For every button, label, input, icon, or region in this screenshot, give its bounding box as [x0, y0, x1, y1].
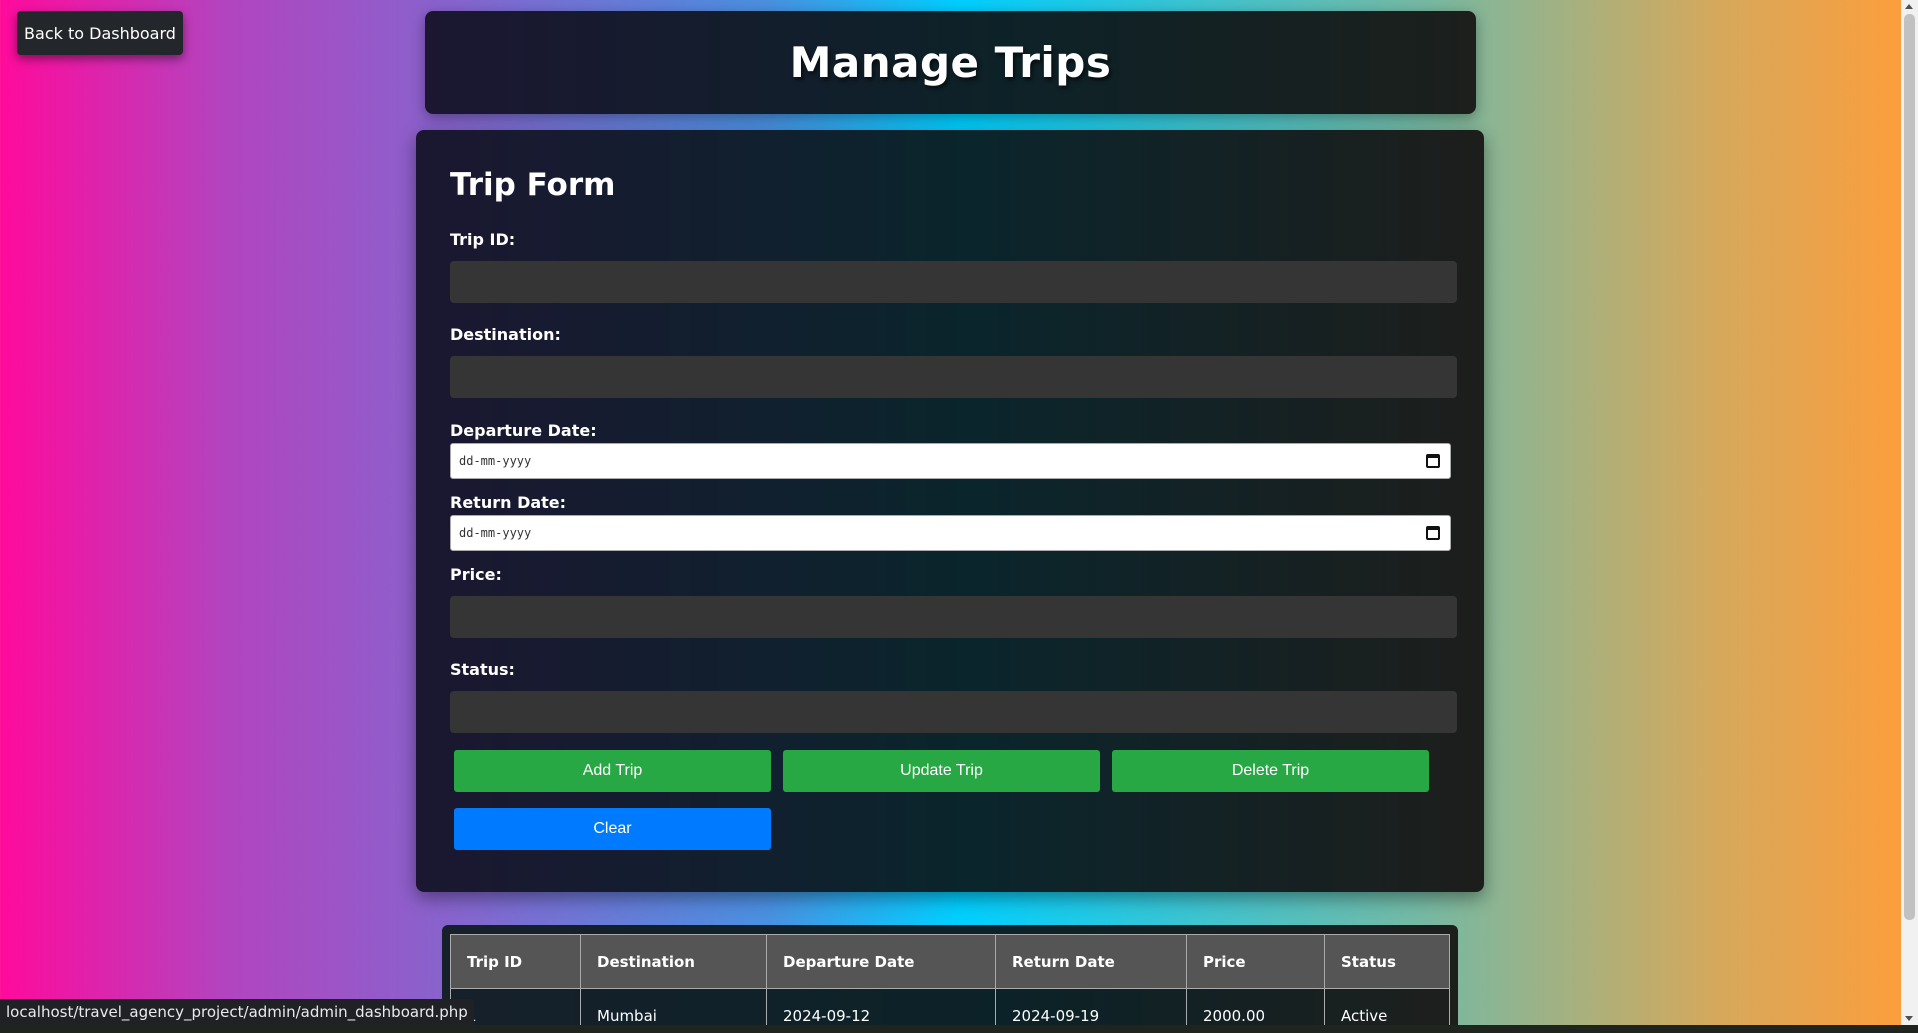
scroll-up-icon[interactable]	[1905, 4, 1913, 9]
destination-input[interactable]	[450, 356, 1457, 398]
price-input[interactable]	[450, 596, 1457, 638]
add-trip-button[interactable]: Add Trip	[454, 750, 771, 792]
return-date-label: Return Date:	[450, 493, 567, 512]
destination-label: Destination:	[450, 325, 561, 344]
departure-date-placeholder: dd-mm-yyyy	[459, 454, 532, 468]
link-status-bar: localhost/travel_agency_project/admin/ad…	[0, 999, 474, 1025]
trips-table-container: Trip ID Destination Departure Date Retur…	[442, 925, 1458, 1033]
column-header: Departure Date	[766, 934, 996, 989]
departure-date-input[interactable]: dd-mm-yyyy	[450, 443, 1451, 479]
scrollbar-thumb[interactable]	[1904, 14, 1915, 920]
trip-id-input[interactable]	[450, 261, 1457, 303]
column-header: Return Date	[995, 934, 1187, 989]
column-header: Trip ID	[450, 934, 581, 989]
column-header: Status	[1324, 934, 1450, 989]
return-date-input[interactable]: dd-mm-yyyy	[450, 515, 1451, 551]
trip-form: Trip Form Trip ID: Destination: Departur…	[416, 130, 1484, 892]
trips-table: Trip ID Destination Departure Date Retur…	[450, 934, 1450, 1033]
taskbar	[0, 1025, 1918, 1033]
form-title: Trip Form	[450, 167, 616, 203]
delete-trip-button[interactable]: Delete Trip	[1112, 750, 1429, 792]
status-label: Status:	[450, 660, 515, 679]
price-label: Price:	[450, 565, 502, 584]
scroll-down-icon[interactable]	[1905, 1016, 1913, 1021]
status-input[interactable]	[450, 691, 1457, 733]
column-header: Price	[1186, 934, 1325, 989]
return-date-placeholder: dd-mm-yyyy	[459, 526, 532, 540]
calendar-icon[interactable]	[1426, 454, 1440, 468]
column-header: Destination	[580, 934, 767, 989]
departure-date-label: Departure Date:	[450, 421, 597, 440]
table-header-row: Trip ID Destination Departure Date Retur…	[450, 934, 1450, 989]
update-trip-button[interactable]: Update Trip	[783, 750, 1100, 792]
page-title: Manage Trips	[789, 38, 1112, 87]
page-header: Manage Trips	[425, 11, 1476, 114]
clear-button[interactable]: Clear	[454, 808, 771, 850]
vertical-scrollbar[interactable]	[1901, 0, 1918, 1025]
calendar-icon[interactable]	[1426, 526, 1440, 540]
trip-id-label: Trip ID:	[450, 230, 516, 249]
back-to-dashboard-button[interactable]: Back to Dashboard	[17, 11, 183, 55]
